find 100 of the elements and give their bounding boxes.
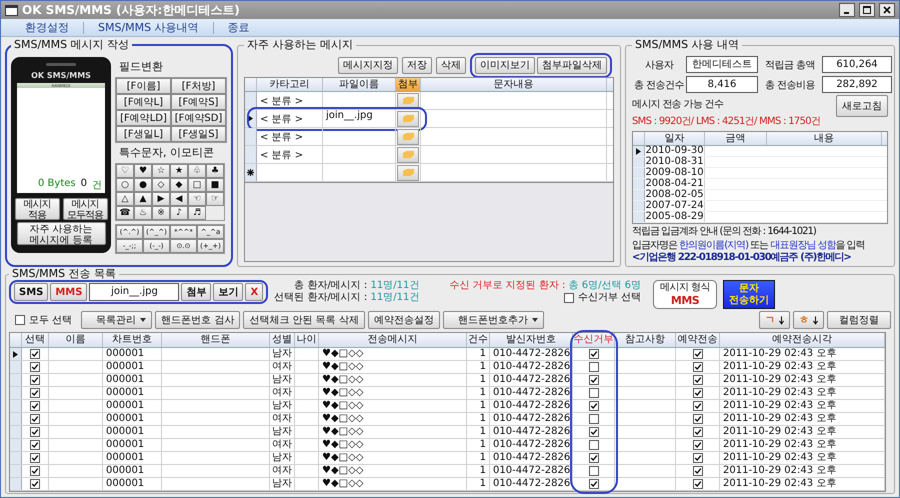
attach-button[interactable]	[397, 92, 419, 108]
close-button[interactable]	[879, 3, 895, 17]
checkbox[interactable]	[30, 479, 40, 489]
checkbox[interactable]	[588, 479, 598, 489]
column-header[interactable]: 전송메시지	[319, 333, 467, 347]
symbol-button[interactable]: ★	[170, 164, 188, 178]
checkbox[interactable]	[692, 427, 702, 437]
checkbox[interactable]	[30, 414, 40, 424]
checkbox[interactable]	[30, 362, 40, 372]
symbol-button[interactable]: ◇	[152, 178, 170, 192]
row-header[interactable]	[633, 146, 645, 156]
checkbox[interactable]	[588, 427, 598, 437]
symbol-button[interactable]: □	[188, 178, 206, 192]
apply-button[interactable]: 메시지 모두적용	[62, 198, 108, 220]
toolbar-button[interactable]: 핸드폰번호추가	[442, 311, 544, 329]
checkbox[interactable]	[30, 427, 40, 437]
type-button[interactable]: MMS	[50, 283, 88, 301]
column-header[interactable]: 건수	[467, 333, 490, 347]
column-header[interactable]: 발신자번호	[490, 333, 573, 347]
symbol-button[interactable]: ♨	[134, 206, 152, 220]
checkbox[interactable]	[588, 388, 598, 398]
checkbox[interactable]	[692, 362, 702, 372]
row-header[interactable]	[10, 348, 22, 360]
symbol-button[interactable]: ☆	[152, 164, 170, 178]
minimize-button[interactable]	[839, 3, 855, 17]
attachment-field[interactable]: join__.jpg	[89, 283, 180, 301]
field-button[interactable]: [F처방]	[171, 78, 226, 94]
maximize-button[interactable]	[859, 3, 875, 17]
refresh-button[interactable]: 새로고침	[836, 95, 888, 117]
symbol-button[interactable]: ♬	[188, 206, 206, 220]
column-header[interactable]: 일자	[645, 132, 705, 145]
field-button[interactable]: [F생일S]	[171, 126, 226, 142]
symbol-button[interactable]: ▲	[134, 192, 152, 206]
toolbar-button[interactable]: 첨부파일삭제	[537, 56, 607, 74]
checkbox[interactable]	[30, 349, 40, 359]
checkbox[interactable]	[588, 466, 598, 476]
type-button[interactable]: SMS	[14, 283, 48, 301]
column-header[interactable]: 금액	[705, 132, 767, 145]
menu-item[interactable]: 종료	[214, 20, 264, 35]
menu-item[interactable]: 환경설정	[11, 20, 83, 35]
checkbox[interactable]	[588, 349, 598, 359]
symbol-button[interactable]: ♡	[116, 164, 134, 178]
symbol-button[interactable]: ♪	[170, 206, 188, 220]
column-header[interactable]: 성별	[270, 333, 295, 347]
column-header[interactable]: 참고사항	[615, 333, 676, 347]
toolbar-button[interactable]: 핸드폰번호 검사	[155, 311, 240, 329]
checkbox[interactable]	[30, 388, 40, 398]
checkbox[interactable]	[692, 479, 702, 489]
field-button[interactable]: [F예약SD]	[171, 110, 226, 126]
checkbox[interactable]	[692, 440, 702, 450]
checkbox[interactable]	[588, 440, 598, 450]
column-header[interactable]: 카타고리	[257, 78, 323, 91]
column-header[interactable]: 핸드폰	[162, 333, 270, 347]
checkbox[interactable]	[692, 388, 702, 398]
symbol-button[interactable]: ●	[134, 178, 152, 192]
column-header[interactable]: 이름	[49, 333, 103, 347]
checkbox[interactable]	[588, 362, 598, 372]
field-button[interactable]: [F생일L]	[116, 126, 171, 142]
column-header[interactable]: 예약전송	[676, 333, 720, 347]
checkbox[interactable]	[588, 453, 598, 463]
checkbox[interactable]	[30, 440, 40, 450]
toolbar-button[interactable]: 예약전송설정	[368, 311, 440, 329]
symbol-button[interactable]: ☞	[206, 192, 224, 206]
row-header[interactable]	[245, 92, 257, 109]
symbol-button[interactable]: ☜	[188, 192, 206, 206]
column-header[interactable]: 선택	[22, 333, 49, 347]
checkbox[interactable]	[30, 466, 40, 476]
toolbar-button[interactable]: 메시지지정	[338, 56, 398, 74]
checkbox[interactable]	[692, 466, 702, 476]
symbol-button[interactable]: ♥	[134, 164, 152, 178]
checkbox[interactable]	[692, 401, 702, 411]
field-button[interactable]: [F예약L]	[116, 94, 171, 110]
symbol-button[interactable]: ○	[116, 178, 134, 192]
checkbox[interactable]	[692, 349, 702, 359]
attach-button[interactable]: 첨부	[181, 283, 212, 301]
checkbox[interactable]	[692, 414, 702, 424]
column-header[interactable]: 문자내용	[421, 78, 607, 91]
apply-button[interactable]: 메시지 적용	[14, 198, 60, 220]
send-button[interactable]: 문자 전송하기	[723, 280, 776, 309]
column-header[interactable]: 나이	[295, 333, 319, 347]
symbol-button[interactable]: ♣	[206, 164, 224, 178]
column-header[interactable]: 수신거부	[573, 333, 615, 347]
view-button[interactable]: 보기	[213, 283, 244, 301]
toolbar-button[interactable]: 이미지보기	[475, 56, 535, 74]
checkbox[interactable]	[15, 315, 25, 325]
checkbox[interactable]	[692, 453, 702, 463]
symbol-button[interactable]: ◆	[170, 178, 188, 192]
toolbar-button[interactable]: 목록관리	[81, 311, 152, 329]
checkbox[interactable]	[30, 453, 40, 463]
symbol-button[interactable]: ※	[152, 206, 170, 220]
symbol-button[interactable]: △	[116, 192, 134, 206]
column-header[interactable]: 차트번호	[103, 333, 162, 347]
field-button[interactable]: [F이름]	[116, 78, 171, 94]
symbol-button[interactable]: ☎	[116, 206, 134, 220]
field-button[interactable]: [F예약S]	[171, 94, 226, 110]
checkbox[interactable]	[564, 293, 574, 303]
checkbox[interactable]	[692, 375, 702, 385]
clear-button[interactable]: X	[245, 283, 264, 301]
symbol-button[interactable]: ▶	[152, 192, 170, 206]
column-header[interactable]: 첨부	[396, 78, 421, 91]
